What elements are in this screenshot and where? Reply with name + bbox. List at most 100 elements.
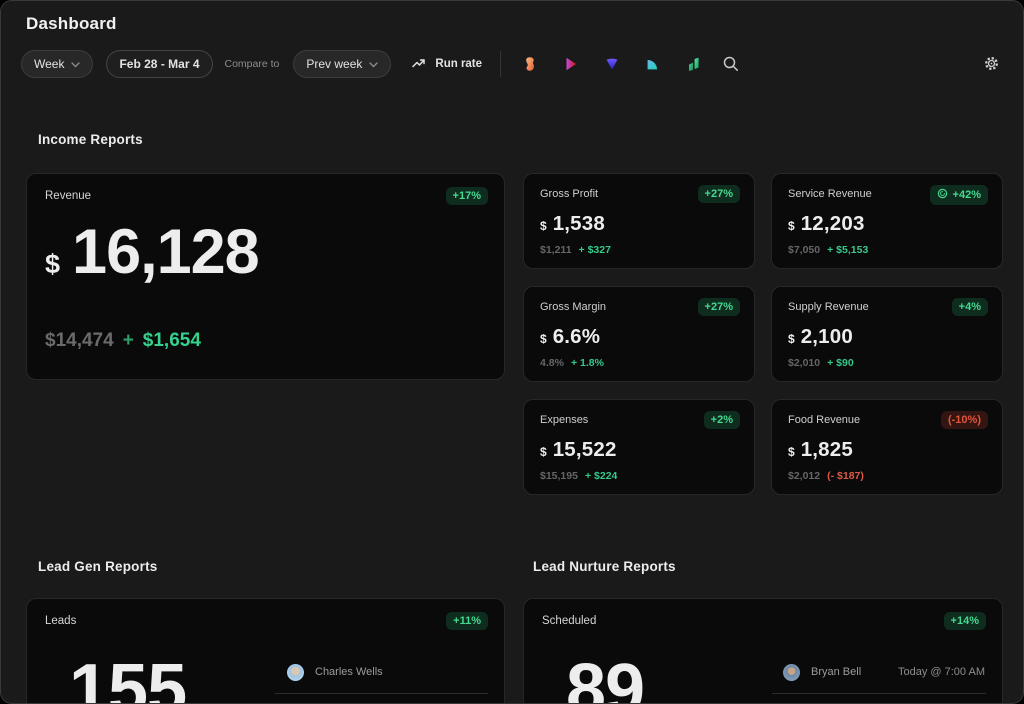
kpi-badge: +2%	[704, 411, 740, 429]
kpi-prev-value: $7,050	[788, 244, 820, 256]
kpi-subline: $2,012 (- $187)	[788, 470, 864, 482]
revenue-badge-value: +17%	[453, 190, 481, 202]
kpi-badge-value: +4%	[959, 301, 981, 313]
kpi-label: Service Revenue	[788, 188, 872, 200]
scheduled-time: Today @ 7:00 AM	[898, 666, 985, 678]
kpi-prev-value: $1,211	[540, 244, 572, 256]
currency-symbol: $	[788, 219, 795, 233]
scheduled-card-label: Scheduled	[542, 615, 596, 627]
income-reports-title: Income Reports	[38, 132, 143, 147]
scheduled-card[interactable]: Scheduled +14% 89 Bryan Bell Today @ 7:0…	[523, 598, 1003, 704]
currency-symbol: $	[45, 249, 60, 280]
kpi-badge: (-10%)	[941, 411, 988, 429]
person-name: Charles Wells	[315, 666, 383, 678]
leads-count: 155	[69, 654, 186, 704]
kpi-delta: + $5,153	[827, 244, 868, 256]
kpi-value: $ 12,203	[788, 212, 865, 236]
kpi-delta: + $224	[585, 470, 617, 482]
kpi-subline: 4.8% + 1.8%	[540, 357, 604, 369]
plus-sign: +	[123, 330, 134, 352]
kpi-label: Food Revenue	[788, 414, 860, 426]
period-dropdown-label: Week	[34, 57, 64, 71]
avatar	[783, 664, 800, 681]
kpi-badge: +27%	[698, 185, 740, 203]
period-dropdown[interactable]: Week	[21, 50, 93, 78]
kpi-delta: (- $187)	[827, 470, 864, 482]
kpi-amount: 2,100	[801, 325, 853, 349]
food-revenue-card[interactable]: Food Revenue (-10%) $ 1,825 $2,012 (- $1…	[771, 399, 1003, 495]
medal-icon	[937, 188, 948, 202]
revenue-card[interactable]: Revenue +17% $ 16,128 $14,474 + $1,654	[26, 173, 505, 380]
kpi-prev-value: $2,012	[788, 470, 820, 482]
kpi-prev-value: $15,195	[540, 470, 578, 482]
kpi-badge: +42%	[930, 185, 988, 205]
service-revenue-card[interactable]: Service Revenue +42% $ 12,203 $7,050 + $…	[771, 173, 1003, 269]
kpi-subline: $1,211 + $327	[540, 244, 611, 256]
kpi-subline: $2,010 + $90	[788, 357, 854, 369]
list-item[interactable]: Charles Wells	[287, 662, 487, 682]
leads-card-label: Leads	[45, 615, 76, 627]
currency-symbol: $	[540, 445, 547, 459]
supply-revenue-card[interactable]: Supply Revenue +4% $ 2,100 $2,010 + $90	[771, 286, 1003, 382]
date-range-button[interactable]: Feb 28 - Mar 4	[106, 50, 212, 78]
toolbar-divider	[500, 51, 501, 77]
play-gradient-icon[interactable]	[563, 56, 580, 73]
revenue-amount: 16,128	[72, 216, 259, 288]
chevron-down-icon	[369, 57, 378, 71]
revenue-subline: $14,474 + $1,654	[45, 330, 201, 352]
kpi-subline: $15,195 + $224	[540, 470, 617, 482]
revenue-card-label: Revenue	[45, 190, 91, 202]
revenue-badge: +17%	[446, 187, 488, 205]
run-rate-label: Run rate	[435, 58, 482, 70]
kpi-grid: Gross Profit +27% $ 1,538 $1,211 + $327 …	[523, 173, 1003, 495]
row-divider	[275, 693, 488, 694]
kpi-badge-value: +2%	[711, 414, 733, 426]
compare-period-dropdown[interactable]: Prev week	[293, 50, 391, 78]
leads-badge-value: +11%	[453, 615, 481, 627]
kpi-badge-value: (-10%)	[948, 414, 981, 426]
kpi-prev-value: $2,010	[788, 357, 820, 369]
expenses-card[interactable]: Expenses +2% $ 15,522 $15,195 + $224	[523, 399, 755, 495]
kpi-amount: 6.6%	[553, 325, 601, 349]
date-range-label: Feb 28 - Mar 4	[119, 57, 199, 71]
search-icon[interactable]	[722, 55, 740, 73]
dashboard-window: Dashboard Week Feb 28 - Mar 4 Compare to…	[0, 0, 1024, 704]
page-title: Dashboard	[26, 14, 117, 34]
kpi-prev-value: 4.8%	[540, 357, 564, 369]
leads-card[interactable]: Leads +11% 155 Charles Wells	[26, 598, 505, 704]
gross-profit-card[interactable]: Gross Profit +27% $ 1,538 $1,211 + $327	[523, 173, 755, 269]
kpi-amount: 1,538	[553, 212, 605, 236]
kpi-value: $ 6.6%	[540, 325, 600, 349]
currency-symbol: $	[540, 332, 547, 346]
trend-up-icon	[412, 57, 427, 72]
kpi-delta: + 1.8%	[571, 357, 604, 369]
kpi-amount: 12,203	[801, 212, 865, 236]
kpi-subline: $7,050 + $5,153	[788, 244, 868, 256]
kpi-delta: + $90	[827, 357, 854, 369]
cone-purple-icon[interactable]	[604, 56, 621, 73]
blob-orange-icon[interactable]	[522, 56, 539, 73]
kpi-value: $ 1,538	[540, 212, 605, 236]
person-name: Bryan Bell	[811, 666, 861, 678]
row-divider	[772, 693, 986, 694]
gear-icon[interactable]	[983, 55, 1000, 77]
kpi-amount: 1,825	[801, 438, 853, 462]
avatar	[287, 664, 304, 681]
app-logos	[522, 56, 703, 73]
scheduled-count: 89	[566, 654, 644, 704]
arc-teal-icon[interactable]	[645, 56, 662, 73]
kpi-amount: 15,522	[553, 438, 617, 462]
kpi-badge: +4%	[952, 298, 988, 316]
kpi-badge-value: +27%	[705, 188, 733, 200]
kpi-label: Expenses	[540, 414, 588, 426]
kpi-badge: +27%	[698, 298, 740, 316]
revenue-delta: $1,654	[143, 330, 201, 352]
kpi-badge-value: +27%	[705, 301, 733, 313]
gross-margin-card[interactable]: Gross Margin +27% $ 6.6% 4.8% + 1.8%	[523, 286, 755, 382]
run-rate-toggle[interactable]: Run rate	[412, 57, 482, 72]
bars-green-icon[interactable]	[686, 56, 703, 73]
revenue-value: $ 16,128	[45, 216, 259, 288]
scheduled-badge-value: +14%	[951, 615, 979, 627]
list-item[interactable]: Bryan Bell Today @ 7:00 AM	[783, 662, 985, 682]
kpi-delta: + $327	[579, 244, 611, 256]
